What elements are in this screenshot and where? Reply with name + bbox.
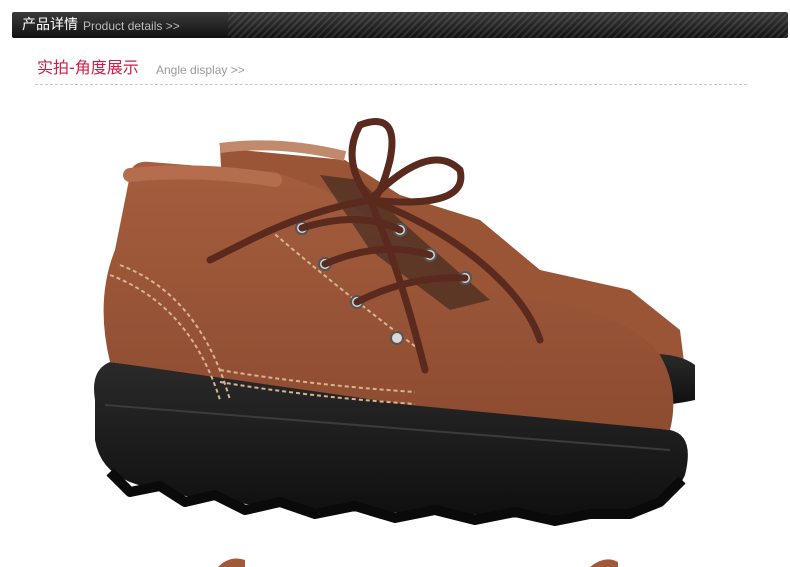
header-subtitle: Product details >> <box>83 19 180 33</box>
section-subtitle: Angle display >> <box>156 63 245 77</box>
header-stripe-pattern <box>228 12 788 38</box>
product-details-header-bar: 产品详情 Product details >> <box>12 12 788 38</box>
header-title: 产品详情 <box>22 17 78 33</box>
section-title: 实拍-角度展示 <box>37 58 139 77</box>
section-divider <box>35 84 747 85</box>
work-boot-photo <box>94 118 695 567</box>
next-image-hint <box>218 558 618 567</box>
